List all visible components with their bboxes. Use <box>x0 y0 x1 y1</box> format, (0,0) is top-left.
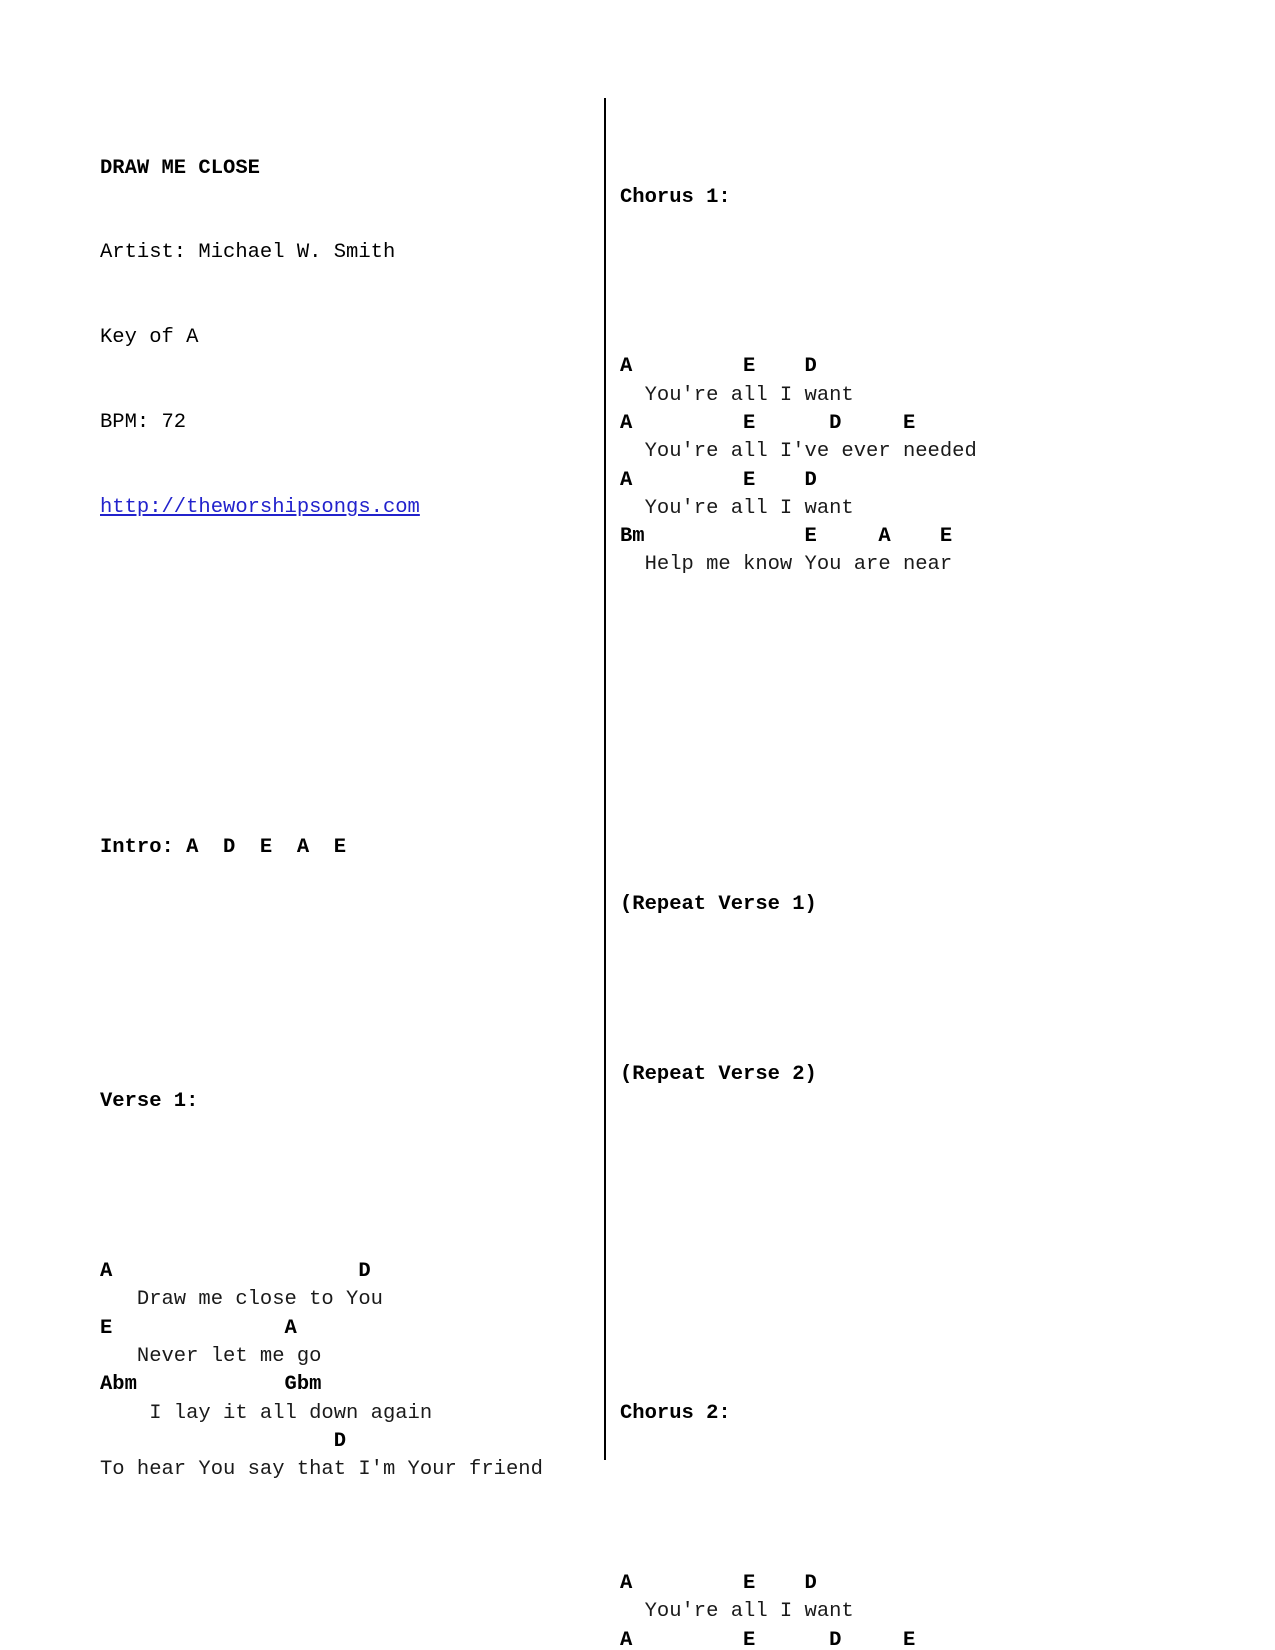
chorus-2-heading: Chorus 2: <box>620 1402 731 1426</box>
chord-line: Bm E A E <box>620 525 953 549</box>
verse-1-body: A D Draw me close to You E A Never let me… <box>100 1258 543 1484</box>
artist-line: Artist: Michael W. Smith <box>100 241 396 265</box>
chord-chart-page: DRAW ME CLOSE Artist: Michael W. Smith K… <box>0 0 1275 1650</box>
chorus-2-body: A E D You're all I wantA E D E You're al… <box>620 1570 977 1650</box>
bpm-line: BPM: 72 <box>100 411 187 435</box>
lyric-line: You're all I want <box>620 1600 854 1624</box>
chorus-1-heading: Chorus 1: <box>620 185 731 209</box>
chord-line: A E D <box>620 1572 817 1596</box>
chord-line: A E D E <box>620 411 916 435</box>
key-line: Key of A <box>100 326 199 350</box>
chorus-1-body: A E D You're all I want A E D E You're al… <box>620 353 977 579</box>
lyric-line: You're all I've ever needed <box>620 440 977 464</box>
column-divider <box>604 98 606 1460</box>
chord-line: E A <box>100 1316 297 1340</box>
chord-line: D <box>100 1429 347 1453</box>
lyric-line: Draw me close to You <box>100 1288 383 1312</box>
song-title: DRAW ME CLOSE <box>100 156 260 180</box>
chord-line: A E D E <box>620 1628 916 1650</box>
chord-line: A E D <box>620 468 817 492</box>
left-column: DRAW ME CLOSE Artist: Michael W. Smith K… <box>100 98 543 1650</box>
right-column: Chorus 1: A E D You're all I want A E D E… <box>620 127 977 1650</box>
chord-line: A E D <box>620 355 817 379</box>
lyric-line: Never let me go <box>100 1345 322 1369</box>
repeat-verse-2-note: (Repeat Verse 2) <box>620 1062 817 1086</box>
chord-line: A D <box>100 1260 371 1284</box>
source-url-link[interactable]: http://theworshipsongs.com <box>100 494 543 522</box>
lyric-line: Help me know You are near <box>620 553 953 577</box>
intro-line: Intro: A D E A E <box>100 835 347 859</box>
lyric-line: You're all I want <box>620 383 854 407</box>
repeat-verse-1-note: (Repeat Verse 1) <box>620 893 817 917</box>
verse-1-heading: Verse 1: <box>100 1090 199 1114</box>
lyric-line: To hear You say that I'm Your friend <box>100 1458 543 1482</box>
lyric-line: You're all I want <box>620 496 854 520</box>
lyric-line: I lay it all down again <box>100 1401 433 1425</box>
chord-line: Abm Gbm <box>100 1373 322 1397</box>
